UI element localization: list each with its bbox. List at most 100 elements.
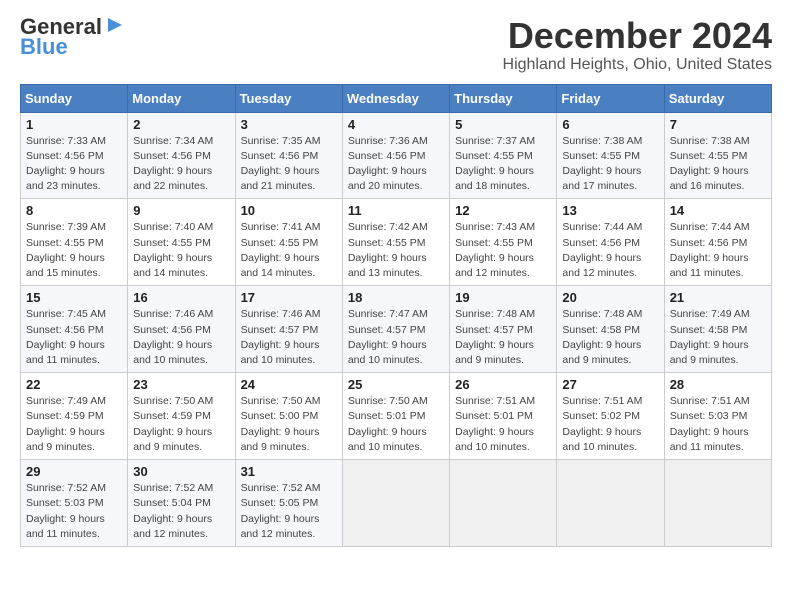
day-number: 5 (455, 117, 551, 132)
day-number: 15 (26, 290, 122, 305)
day-number: 9 (133, 203, 229, 218)
calendar-cell (664, 460, 771, 547)
calendar-cell: 18 Sunrise: 7:47 AMSunset: 4:57 PMDayligh… (342, 286, 449, 373)
day-detail: Sunrise: 7:44 AMSunset: 4:56 PMDaylight:… (562, 220, 658, 281)
day-detail: Sunrise: 7:35 AMSunset: 4:56 PMDaylight:… (241, 134, 337, 195)
day-number: 27 (562, 377, 658, 392)
calendar-cell: 12 Sunrise: 7:43 AMSunset: 4:55 PMDayligh… (450, 199, 557, 286)
day-number: 23 (133, 377, 229, 392)
calendar-cell: 8 Sunrise: 7:39 AMSunset: 4:55 PMDaylight… (21, 199, 128, 286)
calendar-cell: 31Sunrise: 7:52 AMSunset: 5:05 PMDayligh… (235, 460, 342, 547)
calendar-week-row: 29 Sunrise: 7:52 AMSunset: 5:03 PMDayligh… (21, 460, 772, 547)
day-number: 14 (670, 203, 766, 218)
calendar-cell: 27Sunrise: 7:51 AMSunset: 5:02 PMDayligh… (557, 373, 664, 460)
day-detail: Sunrise: 7:47 AMSunset: 4:57 PMDaylight:… (348, 307, 444, 368)
calendar-cell: 30 Sunrise: 7:52 AMSunset: 5:04 PMDayligh… (128, 460, 235, 547)
day-detail: Sunrise: 7:43 AMSunset: 4:55 PMDaylight:… (455, 220, 551, 281)
day-number: 26 (455, 377, 551, 392)
logo: General Blue (20, 16, 126, 60)
day-detail: Sunrise: 7:52 AMSunset: 5:03 PMDaylight:… (26, 481, 122, 542)
calendar-cell (450, 460, 557, 547)
day-detail: Sunrise: 7:44 AMSunset: 4:56 PMDaylight:… (670, 220, 766, 281)
day-number: 2 (133, 117, 229, 132)
calendar-cell (342, 460, 449, 547)
calendar-cell: 14 Sunrise: 7:44 AMSunset: 4:56 PMDayligh… (664, 199, 771, 286)
day-number: 1 (26, 117, 122, 132)
page-subtitle: Highland Heights, Ohio, United States (503, 56, 772, 74)
calendar-cell: 4 Sunrise: 7:36 AMSunset: 4:56 PMDaylight… (342, 112, 449, 199)
day-number: 13 (562, 203, 658, 218)
calendar-header-row: SundayMondayTuesdayWednesdayThursdayFrid… (21, 84, 772, 112)
day-number: 25 (348, 377, 444, 392)
calendar-week-row: 8 Sunrise: 7:39 AMSunset: 4:55 PMDaylight… (21, 199, 772, 286)
day-header-tuesday: Tuesday (235, 84, 342, 112)
calendar-cell: 17Sunrise: 7:46 AMSunset: 4:57 PMDayligh… (235, 286, 342, 373)
day-number: 7 (670, 117, 766, 132)
calendar-cell: 24Sunrise: 7:50 AMSunset: 5:00 PMDayligh… (235, 373, 342, 460)
calendar-cell: 16 Sunrise: 7:46 AMSunset: 4:56 PMDayligh… (128, 286, 235, 373)
day-detail: Sunrise: 7:48 AMSunset: 4:57 PMDaylight:… (455, 307, 551, 368)
day-detail: Sunrise: 7:46 AMSunset: 4:57 PMDaylight:… (241, 307, 337, 368)
calendar-cell: 10Sunrise: 7:41 AMSunset: 4:55 PMDayligh… (235, 199, 342, 286)
day-header-wednesday: Wednesday (342, 84, 449, 112)
day-detail: Sunrise: 7:45 AMSunset: 4:56 PMDaylight:… (26, 307, 122, 368)
day-detail: Sunrise: 7:37 AMSunset: 4:55 PMDaylight:… (455, 134, 551, 195)
day-detail: Sunrise: 7:42 AMSunset: 4:55 PMDaylight:… (348, 220, 444, 281)
day-header-friday: Friday (557, 84, 664, 112)
calendar-cell: 9 Sunrise: 7:40 AMSunset: 4:55 PMDaylight… (128, 199, 235, 286)
day-detail: Sunrise: 7:48 AMSunset: 4:58 PMDaylight:… (562, 307, 658, 368)
calendar-cell: 2 Sunrise: 7:34 AMSunset: 4:56 PMDaylight… (128, 112, 235, 199)
day-number: 30 (133, 464, 229, 479)
calendar-week-row: 22 Sunrise: 7:49 AMSunset: 4:59 PMDayligh… (21, 373, 772, 460)
calendar-cell: 29 Sunrise: 7:52 AMSunset: 5:03 PMDayligh… (21, 460, 128, 547)
day-number: 31 (241, 464, 337, 479)
calendar-cell: 11 Sunrise: 7:42 AMSunset: 4:55 PMDayligh… (342, 199, 449, 286)
calendar-cell: 5 Sunrise: 7:37 AMSunset: 4:55 PMDaylight… (450, 112, 557, 199)
calendar-cell: 15 Sunrise: 7:45 AMSunset: 4:56 PMDayligh… (21, 286, 128, 373)
day-number: 8 (26, 203, 122, 218)
day-number: 21 (670, 290, 766, 305)
calendar-week-row: 15 Sunrise: 7:45 AMSunset: 4:56 PMDayligh… (21, 286, 772, 373)
day-number: 28 (670, 377, 766, 392)
day-number: 3 (241, 117, 337, 132)
day-detail: Sunrise: 7:49 AMSunset: 4:59 PMDaylight:… (26, 394, 122, 455)
calendar-cell: 7 Sunrise: 7:38 AMSunset: 4:55 PMDaylight… (664, 112, 771, 199)
header: General Blue December 2024 Highland Heig… (20, 16, 772, 74)
day-detail: Sunrise: 7:39 AMSunset: 4:55 PMDaylight:… (26, 220, 122, 281)
day-number: 29 (26, 464, 122, 479)
day-detail: Sunrise: 7:34 AMSunset: 4:56 PMDaylight:… (133, 134, 229, 195)
day-number: 22 (26, 377, 122, 392)
day-detail: Sunrise: 7:33 AMSunset: 4:56 PMDaylight:… (26, 134, 122, 195)
day-header-monday: Monday (128, 84, 235, 112)
day-detail: Sunrise: 7:51 AMSunset: 5:01 PMDaylight:… (455, 394, 551, 455)
day-number: 10 (241, 203, 337, 218)
calendar-cell (557, 460, 664, 547)
day-detail: Sunrise: 7:46 AMSunset: 4:56 PMDaylight:… (133, 307, 229, 368)
day-detail: Sunrise: 7:38 AMSunset: 4:55 PMDaylight:… (562, 134, 658, 195)
calendar-cell: 3 Sunrise: 7:35 AMSunset: 4:56 PMDaylight… (235, 112, 342, 199)
calendar-cell: 6 Sunrise: 7:38 AMSunset: 4:55 PMDaylight… (557, 112, 664, 199)
day-number: 4 (348, 117, 444, 132)
calendar-cell: 23 Sunrise: 7:50 AMSunset: 4:59 PMDayligh… (128, 373, 235, 460)
day-number: 12 (455, 203, 551, 218)
day-number: 18 (348, 290, 444, 305)
day-number: 16 (133, 290, 229, 305)
day-detail: Sunrise: 7:51 AMSunset: 5:03 PMDaylight:… (670, 394, 766, 455)
day-number: 6 (562, 117, 658, 132)
calendar-cell: 1 Sunrise: 7:33 AMSunset: 4:56 PMDaylight… (21, 112, 128, 199)
calendar-cell: 26 Sunrise: 7:51 AMSunset: 5:01 PMDayligh… (450, 373, 557, 460)
day-detail: Sunrise: 7:52 AMSunset: 5:04 PMDaylight:… (133, 481, 229, 542)
calendar-cell: 19 Sunrise: 7:48 AMSunset: 4:57 PMDayligh… (450, 286, 557, 373)
day-detail: Sunrise: 7:36 AMSunset: 4:56 PMDaylight:… (348, 134, 444, 195)
calendar-cell: 22 Sunrise: 7:49 AMSunset: 4:59 PMDayligh… (21, 373, 128, 460)
day-number: 19 (455, 290, 551, 305)
day-number: 11 (348, 203, 444, 218)
day-detail: Sunrise: 7:38 AMSunset: 4:55 PMDaylight:… (670, 134, 766, 195)
day-header-thursday: Thursday (450, 84, 557, 112)
calendar-table: SundayMondayTuesdayWednesdayThursdayFrid… (20, 84, 772, 547)
logo-arrow-icon (104, 14, 126, 36)
day-header-saturday: Saturday (664, 84, 771, 112)
title-area: December 2024 Highland Heights, Ohio, Un… (503, 16, 772, 74)
day-detail: Sunrise: 7:50 AMSunset: 4:59 PMDaylight:… (133, 394, 229, 455)
day-detail: Sunrise: 7:40 AMSunset: 4:55 PMDaylight:… (133, 220, 229, 281)
